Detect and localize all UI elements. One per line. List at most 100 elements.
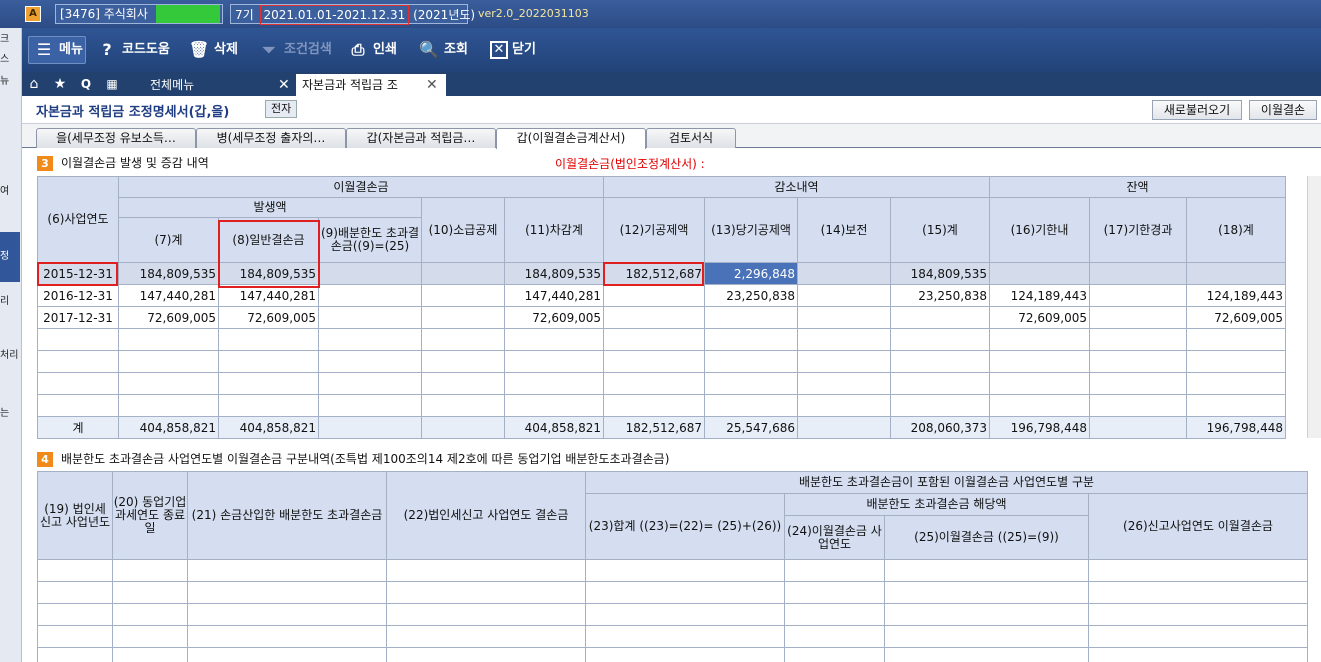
- table-cell[interactable]: 72,609,005: [218, 306, 319, 329]
- table-cell[interactable]: [1186, 372, 1286, 395]
- table-cell[interactable]: [884, 647, 1089, 662]
- table-cell[interactable]: [118, 394, 219, 417]
- table-cell[interactable]: [386, 581, 586, 604]
- table-cell[interactable]: [386, 647, 586, 662]
- side-item-3[interactable]: 뉴: [0, 72, 18, 87]
- table-cell[interactable]: [112, 581, 188, 604]
- table-cell[interactable]: 184,809,535: [118, 262, 219, 285]
- tab-review-form[interactable]: 검토서식: [646, 128, 736, 148]
- table-cell[interactable]: [37, 559, 113, 582]
- print-button[interactable]: ⎙ 인쇄: [347, 36, 397, 64]
- table-cell[interactable]: [704, 394, 798, 417]
- table-row[interactable]: [37, 328, 1286, 351]
- side-item-selected[interactable]: 정: [0, 232, 20, 282]
- table-cell[interactable]: [797, 350, 891, 373]
- carryover-loss-button[interactable]: 이월결손: [1249, 100, 1317, 120]
- reload-button[interactable]: 새로불러오기: [1152, 100, 1242, 120]
- table-cell[interactable]: 23,250,838: [890, 284, 990, 307]
- table-cell[interactable]: [603, 394, 705, 417]
- grid-menu-icon[interactable]: ▦: [102, 74, 122, 94]
- table-cell[interactable]: [318, 350, 422, 373]
- table-cell[interactable]: [218, 394, 319, 417]
- table-cell[interactable]: [187, 603, 387, 626]
- close-button[interactable]: ✕ 닫기: [490, 36, 536, 64]
- cell-year[interactable]: 2016-12-31: [37, 284, 119, 307]
- table-cell[interactable]: [1088, 625, 1308, 648]
- table-cell[interactable]: 72,609,005: [1186, 306, 1286, 329]
- table-cell[interactable]: [112, 625, 188, 648]
- delete-button[interactable]: 🗑 삭제: [188, 36, 238, 64]
- table-cell[interactable]: [989, 350, 1090, 373]
- table-cell[interactable]: [797, 372, 891, 395]
- table-cell[interactable]: [884, 603, 1089, 626]
- table-cell[interactable]: [704, 350, 798, 373]
- cell-year[interactable]: [37, 328, 119, 351]
- table-cell[interactable]: [1088, 647, 1308, 662]
- table-cell[interactable]: [989, 328, 1090, 351]
- period-selector[interactable]: 7기 2021.01.01-2021.12.31 (2021년도): [230, 4, 475, 25]
- table-row[interactable]: [37, 625, 1308, 648]
- table-cell[interactable]: [1186, 262, 1286, 285]
- quick-search-icon[interactable]: Q: [76, 74, 96, 94]
- table-row[interactable]: [37, 394, 1286, 417]
- table-row[interactable]: [37, 647, 1308, 662]
- side-item-2[interactable]: 스: [0, 50, 18, 65]
- table-cell[interactable]: 124,189,443: [1186, 284, 1286, 307]
- table-cell[interactable]: [187, 647, 387, 662]
- table-cell[interactable]: [504, 394, 604, 417]
- table-cell[interactable]: [1089, 306, 1187, 329]
- code-help-button[interactable]: ? 코드도움: [96, 36, 169, 64]
- table-cell[interactable]: [1186, 350, 1286, 373]
- cell-year[interactable]: 2017-12-31: [37, 306, 119, 329]
- table-cell[interactable]: [784, 581, 885, 604]
- close-icon[interactable]: ✕: [426, 74, 438, 96]
- menu-button[interactable]: ☰ 메뉴: [28, 36, 86, 64]
- table-cell[interactable]: 72,609,005: [989, 306, 1090, 329]
- table-cell[interactable]: 184,809,535: [504, 262, 604, 285]
- table-cell[interactable]: [1089, 372, 1187, 395]
- table-scrollbar[interactable]: [1307, 176, 1321, 438]
- table-cell[interactable]: [1088, 603, 1308, 626]
- table-cell[interactable]: [421, 328, 505, 351]
- table-cell[interactable]: 184,809,535: [890, 262, 990, 285]
- tab-byeong[interactable]: 병(세무조정 출자의…: [196, 128, 346, 148]
- table-cell[interactable]: [989, 262, 1090, 285]
- table-cell[interactable]: [585, 581, 785, 604]
- table-cell[interactable]: [187, 625, 387, 648]
- table-cell[interactable]: [884, 625, 1089, 648]
- table-cell[interactable]: [585, 559, 785, 582]
- table-cell[interactable]: [884, 559, 1089, 582]
- table-cell[interactable]: [504, 350, 604, 373]
- table-cell[interactable]: [704, 306, 798, 329]
- table-cell[interactable]: [1089, 262, 1187, 285]
- table-cell[interactable]: [1088, 559, 1308, 582]
- table-cell[interactable]: [118, 372, 219, 395]
- table-cell[interactable]: [585, 603, 785, 626]
- table-cell[interactable]: [603, 284, 705, 307]
- table-cell[interactable]: [386, 559, 586, 582]
- table-cell[interactable]: [187, 581, 387, 604]
- table-row[interactable]: 2016-12-31 147,440,281 147,440,281 147,440,…: [37, 284, 1286, 307]
- table-cell[interactable]: [386, 625, 586, 648]
- table-cell[interactable]: 23,250,838: [704, 284, 798, 307]
- tab-gap-carryover-loss[interactable]: 갑(이월결손금계산서): [496, 128, 646, 149]
- tab-gap-capital[interactable]: 갑(자본금과 적립금…: [346, 128, 496, 148]
- side-item-6[interactable]: 리: [0, 292, 18, 307]
- filter-button[interactable]: ⏷ 조건검색: [258, 36, 332, 64]
- cell-year[interactable]: 2015-12-31: [37, 262, 119, 285]
- close-icon[interactable]: ✕: [278, 74, 290, 96]
- table-cell[interactable]: [421, 306, 505, 329]
- table-cell[interactable]: [890, 372, 990, 395]
- table-cell[interactable]: [37, 581, 113, 604]
- table-row[interactable]: [37, 350, 1286, 373]
- cell-year[interactable]: [37, 350, 119, 373]
- table-cell[interactable]: [318, 284, 422, 307]
- table-cell[interactable]: [112, 647, 188, 662]
- table-cell[interactable]: [504, 328, 604, 351]
- table-cell[interactable]: [784, 647, 885, 662]
- table-cell[interactable]: [318, 328, 422, 351]
- table-cell[interactable]: [890, 394, 990, 417]
- table-cell[interactable]: 147,440,281: [504, 284, 604, 307]
- table-cell[interactable]: [797, 394, 891, 417]
- side-item-8[interactable]: 는: [0, 404, 18, 419]
